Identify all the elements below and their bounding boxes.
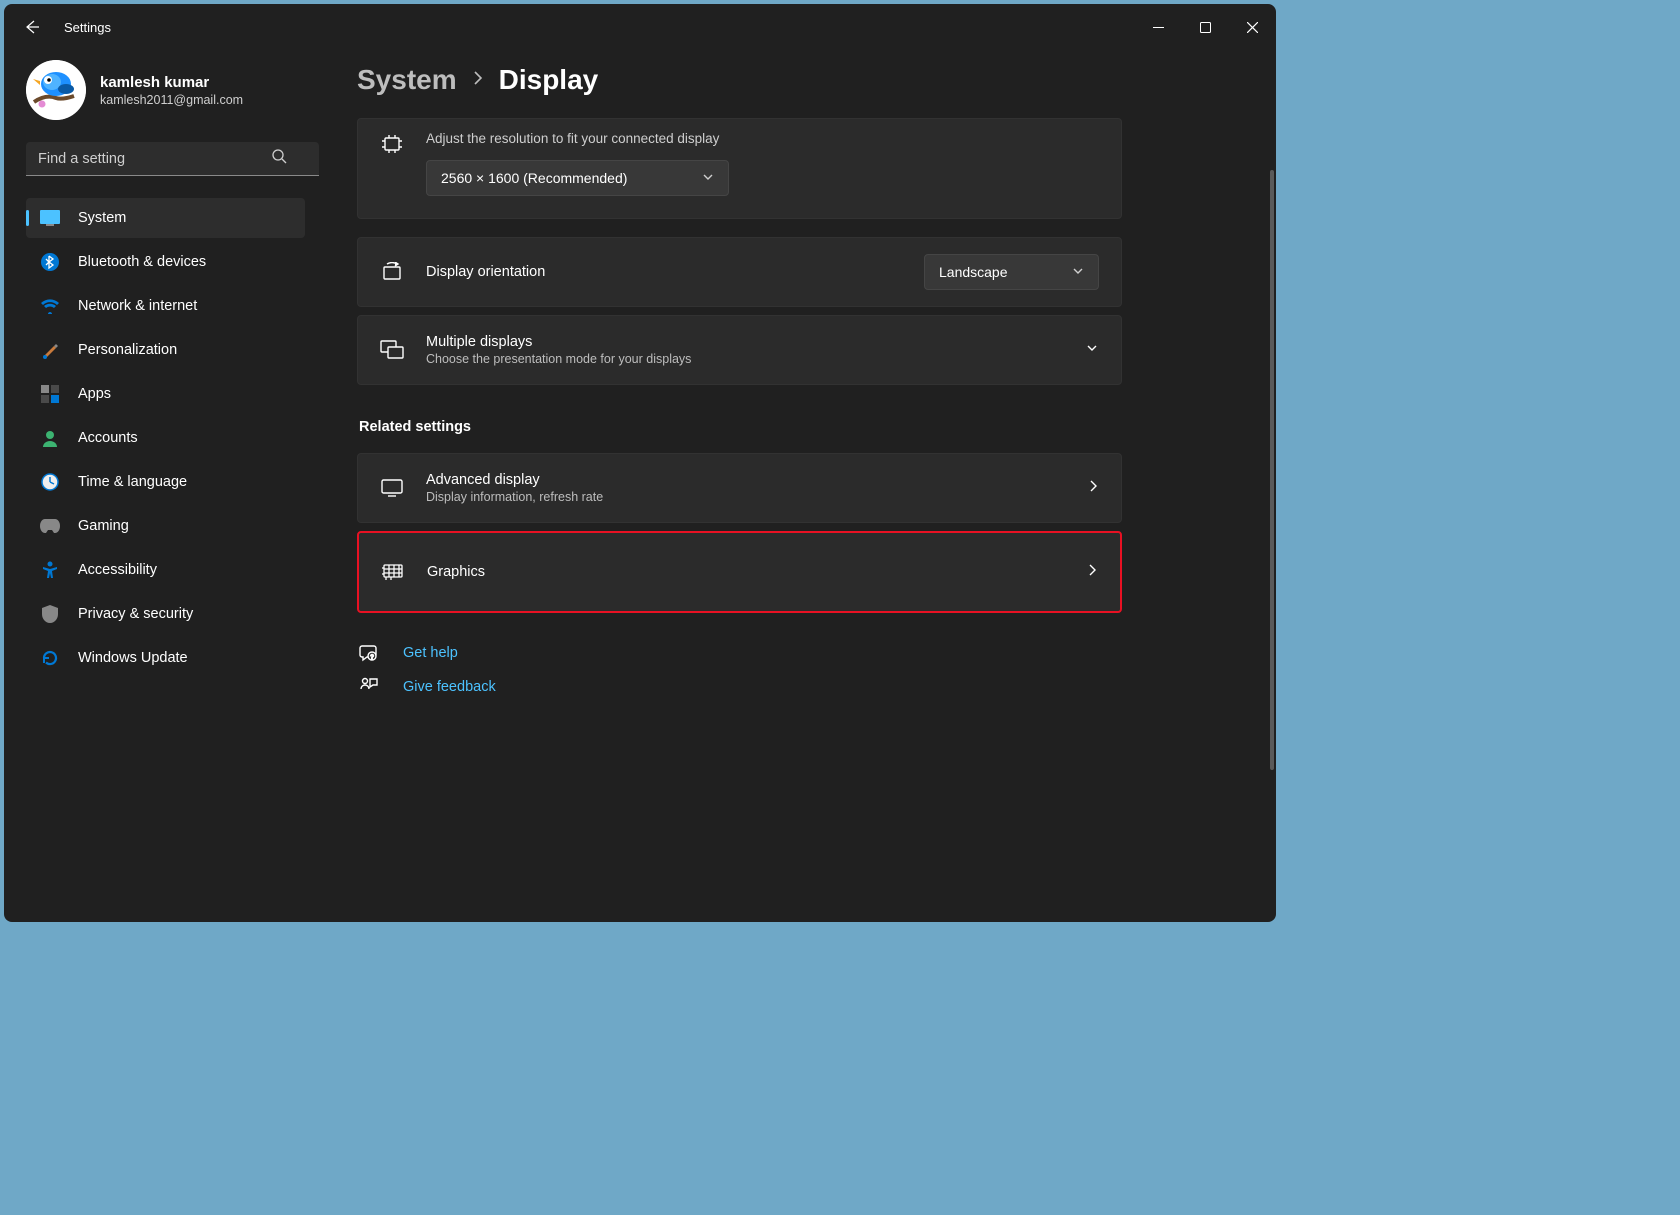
- orientation-icon: [380, 262, 404, 282]
- orientation-title: Display orientation: [426, 264, 902, 280]
- chevron-down-icon: [1085, 341, 1099, 360]
- orientation-dropdown[interactable]: Landscape: [924, 254, 1099, 290]
- nav-label: Accounts: [78, 430, 138, 446]
- sidebar-item-update[interactable]: Windows Update: [26, 638, 305, 678]
- resolution-value: 2560 × 1600 (Recommended): [441, 170, 627, 186]
- display-icon: [40, 208, 60, 228]
- chevron-right-icon: [1087, 479, 1099, 497]
- sidebar: kamlesh kumar kamlesh2011@gmail.com Syst…: [4, 50, 319, 922]
- minimize-button[interactable]: [1135, 11, 1182, 43]
- sidebar-item-network[interactable]: Network & internet: [26, 286, 305, 326]
- chevron-down-icon: [1072, 264, 1084, 280]
- get-help-text: Get help: [403, 645, 458, 661]
- clock-icon: [40, 472, 60, 492]
- main-content: System Display Adjust the resolution to …: [319, 50, 1276, 922]
- apps-icon: [40, 384, 60, 404]
- graphics-card[interactable]: Graphics: [357, 531, 1122, 613]
- sidebar-item-accounts[interactable]: Accounts: [26, 418, 305, 458]
- graphics-icon: [381, 562, 405, 582]
- feedback-icon: [357, 677, 381, 697]
- chevron-down-icon: [702, 170, 714, 186]
- sidebar-item-apps[interactable]: Apps: [26, 374, 305, 414]
- maximize-button[interactable]: [1182, 11, 1229, 43]
- nav-label: Windows Update: [78, 650, 188, 666]
- sidebar-item-time[interactable]: Time & language: [26, 462, 305, 502]
- monitor-icon: [380, 479, 404, 497]
- nav-label: Time & language: [78, 474, 187, 490]
- breadcrumb: System Display: [357, 64, 1266, 96]
- resolution-subtitle: Adjust the resolution to fit your connec…: [426, 131, 1099, 146]
- sidebar-item-privacy[interactable]: Privacy & security: [26, 594, 305, 634]
- minimize-icon: [1153, 22, 1164, 33]
- close-icon: [1247, 22, 1258, 33]
- resolution-dropdown[interactable]: 2560 × 1600 (Recommended): [426, 160, 729, 196]
- advanced-title: Advanced display: [426, 472, 1065, 488]
- close-button[interactable]: [1229, 11, 1276, 43]
- footer-links: ? Get help Give feedback: [357, 643, 1122, 697]
- window-controls: [1135, 11, 1276, 43]
- accessibility-icon: [40, 560, 60, 580]
- search-icon: [272, 149, 287, 169]
- nav-label: Network & internet: [78, 298, 197, 314]
- breadcrumb-parent[interactable]: System: [357, 64, 457, 96]
- nav-label: Personalization: [78, 342, 177, 358]
- graphics-title: Graphics: [427, 564, 1064, 580]
- shield-icon: [40, 604, 60, 624]
- titlebar: Settings: [4, 4, 1276, 50]
- brush-icon: [40, 340, 60, 360]
- breadcrumb-current: Display: [499, 64, 599, 96]
- search-wrap: [26, 142, 305, 176]
- bluetooth-icon: [40, 252, 60, 272]
- update-icon: [40, 648, 60, 668]
- arrow-left-icon: [24, 19, 40, 35]
- multiple-displays-card[interactable]: Multiple displays Choose the presentatio…: [357, 315, 1122, 385]
- settings-window: Settings: [4, 4, 1276, 922]
- back-button[interactable]: [16, 11, 48, 43]
- wifi-icon: [40, 296, 60, 316]
- sidebar-item-accessibility[interactable]: Accessibility: [26, 550, 305, 590]
- scrollbar[interactable]: [1270, 170, 1274, 770]
- give-feedback-link[interactable]: Give feedback: [357, 677, 1122, 697]
- user-name: kamlesh kumar: [100, 74, 243, 91]
- nav: System Bluetooth & devices Network & int…: [26, 198, 305, 682]
- user-info: kamlesh kumar kamlesh2011@gmail.com: [100, 74, 243, 107]
- nav-label: Accessibility: [78, 562, 157, 578]
- nav-label: System: [78, 210, 126, 226]
- advanced-subtitle: Display information, refresh rate: [426, 490, 1065, 504]
- related-section-title: Related settings: [359, 419, 1122, 435]
- advanced-display-card[interactable]: Advanced display Display information, re…: [357, 453, 1122, 523]
- maximize-icon: [1200, 22, 1211, 33]
- get-help-link[interactable]: ? Get help: [357, 643, 1122, 663]
- multiple-displays-icon: [380, 340, 404, 360]
- sidebar-item-system[interactable]: System: [26, 198, 305, 238]
- nav-label: Apps: [78, 386, 111, 402]
- chevron-right-icon: [1086, 563, 1098, 581]
- nav-label: Gaming: [78, 518, 129, 534]
- sidebar-item-gaming[interactable]: Gaming: [26, 506, 305, 546]
- orientation-card: Display orientation Landscape: [357, 237, 1122, 307]
- user-email: kamlesh2011@gmail.com: [100, 93, 243, 107]
- help-icon: ?: [357, 643, 381, 663]
- multiple-subtitle: Choose the presentation mode for your di…: [426, 352, 1063, 366]
- sidebar-item-personalization[interactable]: Personalization: [26, 330, 305, 370]
- give-feedback-text: Give feedback: [403, 679, 496, 695]
- nav-label: Privacy & security: [78, 606, 193, 622]
- user-block[interactable]: kamlesh kumar kamlesh2011@gmail.com: [26, 60, 305, 120]
- orientation-value: Landscape: [939, 264, 1008, 280]
- app-title: Settings: [64, 20, 111, 35]
- person-icon: [40, 428, 60, 448]
- multiple-title: Multiple displays: [426, 334, 1063, 350]
- resolution-icon: [380, 135, 404, 153]
- nav-label: Bluetooth & devices: [78, 254, 206, 270]
- gamepad-icon: [40, 516, 60, 536]
- avatar: [26, 60, 86, 120]
- resolution-card: Adjust the resolution to fit your connec…: [357, 118, 1122, 219]
- sidebar-item-bluetooth[interactable]: Bluetooth & devices: [26, 242, 305, 282]
- chevron-right-icon: [471, 71, 485, 90]
